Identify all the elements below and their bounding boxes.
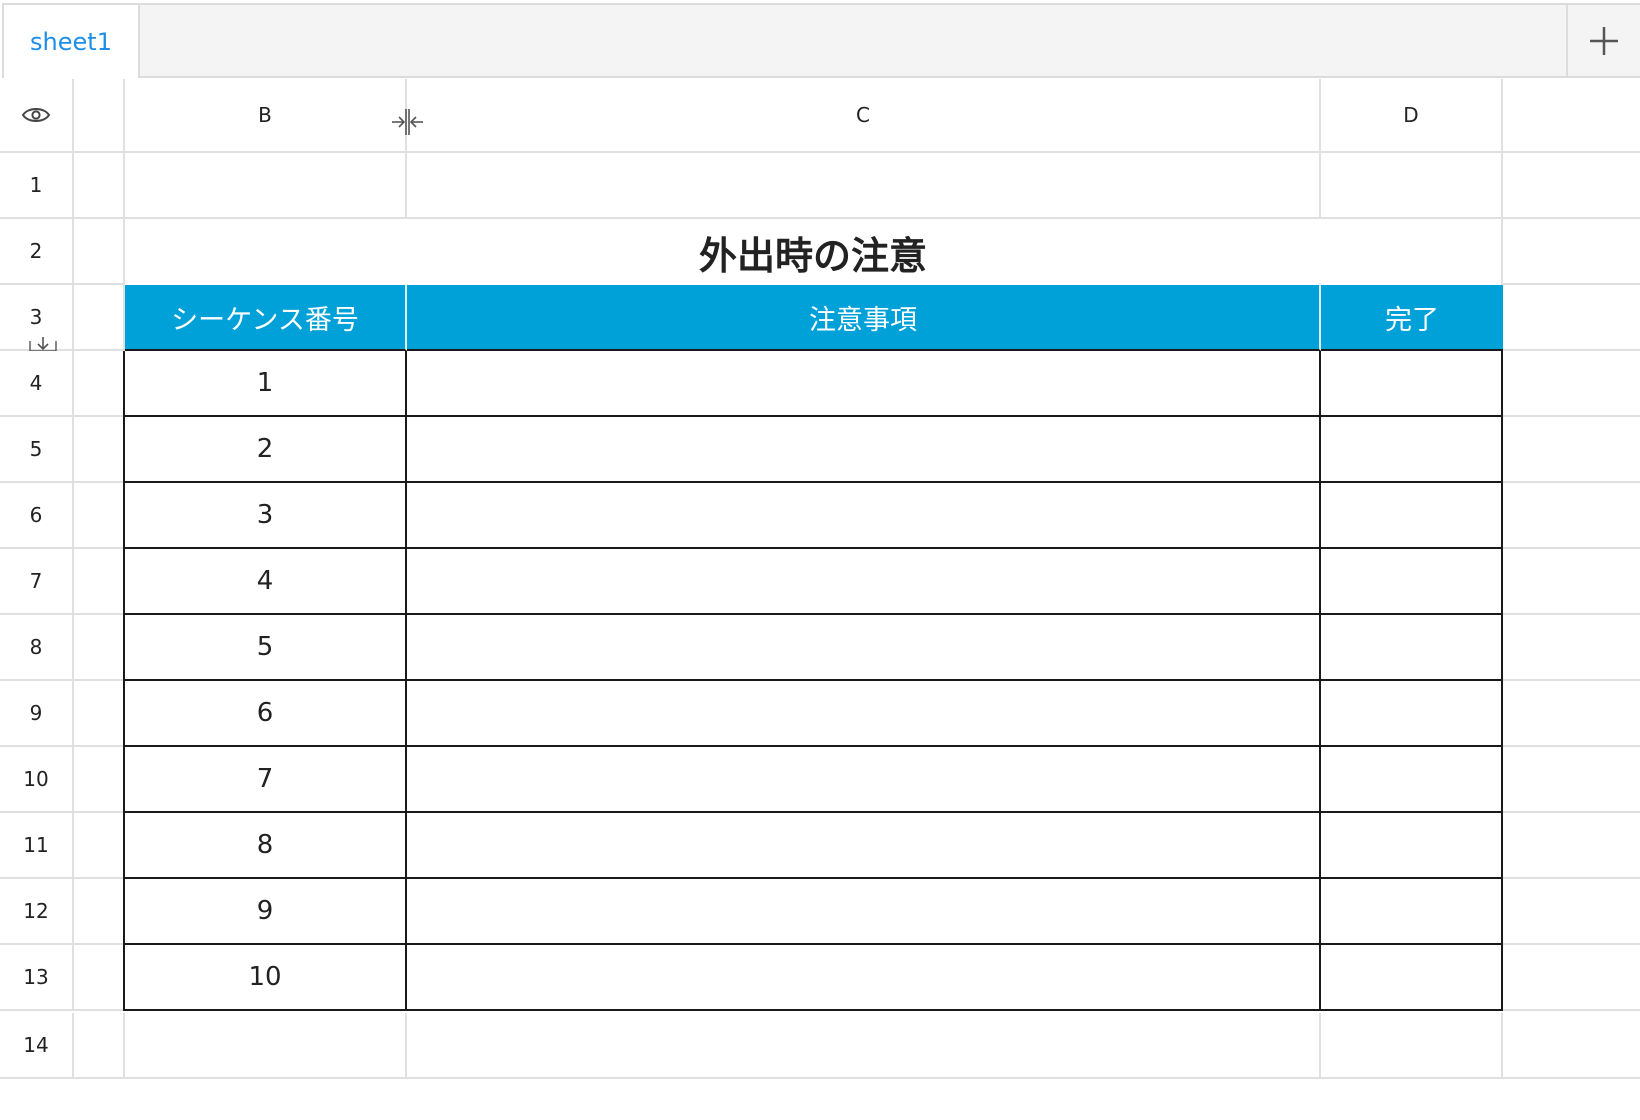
tab-sheet1[interactable]: sheet1 [4,5,140,78]
column-resize-icon[interactable] [390,107,424,137]
cell-e3[interactable] [1503,285,1640,351]
done-cell[interactable] [1321,549,1503,615]
sequence-number-cell[interactable]: 7 [123,747,407,813]
done-cell[interactable] [1321,879,1503,945]
cell-b14[interactable] [125,1013,407,1079]
row-header-12[interactable]: 12 [0,879,74,945]
row-header-9[interactable]: 9 [0,681,74,747]
column-header-e[interactable] [1503,79,1640,153]
cell-e12[interactable] [1503,879,1640,945]
toggle-visibility-button[interactable] [0,79,74,153]
row-header-10[interactable]: 10 [0,747,74,813]
cell-e8[interactable] [1503,615,1640,681]
done-cell[interactable] [1321,681,1503,747]
eye-icon [21,108,51,122]
notes-cell[interactable] [407,417,1321,483]
sequence-number-cell[interactable]: 4 [123,549,407,615]
cell-b1[interactable] [125,153,407,219]
notes-cell[interactable] [407,879,1321,945]
sequence-number-cell[interactable]: 1 [123,351,407,417]
notes-cell[interactable] [407,549,1321,615]
row-header-11[interactable]: 11 [0,813,74,879]
cell-c14[interactable] [407,1013,1321,1079]
sequence-number-cell[interactable]: 3 [123,483,407,549]
row-header-14[interactable]: 14 [0,1013,74,1079]
notes-cell[interactable] [407,483,1321,549]
done-cell[interactable] [1321,813,1503,879]
cell-a14[interactable] [74,1013,125,1079]
cell-a11[interactable] [74,813,125,879]
sheet-title: 外出時の注意 [698,233,927,278]
done-cell[interactable] [1321,351,1503,417]
row-header-1[interactable]: 1 [0,153,74,219]
header-sequence-number[interactable]: シーケンス番号 [125,285,407,351]
cell-a13[interactable] [74,945,125,1011]
column-header-a[interactable] [74,79,125,153]
notes-cell[interactable] [407,615,1321,681]
cell-a4[interactable] [74,351,125,417]
sheet-tab-bar: sheet1 [2,3,1640,78]
sequence-number-cell[interactable]: 9 [123,879,407,945]
notes-cell[interactable] [407,945,1321,1011]
cell-a1[interactable] [74,153,125,219]
cell-e5[interactable] [1503,417,1640,483]
sequence-number-cell[interactable]: 8 [123,813,407,879]
cell-a7[interactable] [74,549,125,615]
sequence-number-cell[interactable]: 6 [123,681,407,747]
row-header-4[interactable]: 4 [0,351,74,417]
done-cell[interactable] [1321,615,1503,681]
row-header-13[interactable]: 13 [0,945,74,1011]
done-cell[interactable] [1321,417,1503,483]
cell-a3[interactable] [74,285,125,351]
row-header-5[interactable]: 5 [0,417,74,483]
cell-e1[interactable] [1503,153,1640,219]
done-cell[interactable] [1321,747,1503,813]
cell-d1[interactable] [1321,153,1503,219]
done-cell[interactable] [1321,483,1503,549]
cell-d14[interactable] [1321,1013,1503,1079]
row-header-2[interactable]: 2 [0,219,74,285]
sequence-number-cell[interactable]: 5 [123,615,407,681]
column-header-b[interactable]: B [125,79,407,153]
header-done[interactable]: 完了 [1321,285,1503,351]
column-header-d[interactable]: D [1321,79,1503,153]
row-header-8[interactable]: 8 [0,615,74,681]
cell-a6[interactable] [74,483,125,549]
row-header-7[interactable]: 7 [0,549,74,615]
cell-e7[interactable] [1503,549,1640,615]
cell-a10[interactable] [74,747,125,813]
cell-e13[interactable] [1503,945,1640,1011]
sequence-number-cell[interactable]: 2 [123,417,407,483]
cell-a12[interactable] [74,879,125,945]
cell-e9[interactable] [1503,681,1640,747]
cell-e10[interactable] [1503,747,1640,813]
notes-cell[interactable] [407,681,1321,747]
cell-a9[interactable] [74,681,125,747]
done-cell[interactable] [1321,945,1503,1011]
tab-label: sheet1 [30,27,112,56]
add-sheet-button[interactable] [1566,5,1640,76]
cell-c1[interactable] [407,153,1321,219]
spreadsheet-grid: B C D 1 2 外出時の注意 3 シーケンス番号 注意事項 完了 4 1 5… [0,79,1640,1120]
plus-icon [1590,26,1618,55]
cell-a8[interactable] [74,615,125,681]
cell-e4[interactable] [1503,351,1640,417]
header-notes[interactable]: 注意事項 [407,285,1321,351]
sheet-title-cell[interactable]: 外出時の注意 [125,219,1503,285]
cell-a2[interactable] [74,219,125,285]
cell-e14[interactable] [1503,1013,1640,1079]
cell-e2[interactable] [1503,219,1640,285]
sequence-number-cell[interactable]: 10 [123,945,407,1011]
cell-e6[interactable] [1503,483,1640,549]
notes-cell[interactable] [407,813,1321,879]
notes-cell[interactable] [407,747,1321,813]
row-header-6[interactable]: 6 [0,483,74,549]
cell-e11[interactable] [1503,813,1640,879]
column-header-c[interactable]: C [407,79,1321,153]
cell-a5[interactable] [74,417,125,483]
notes-cell[interactable] [407,351,1321,417]
